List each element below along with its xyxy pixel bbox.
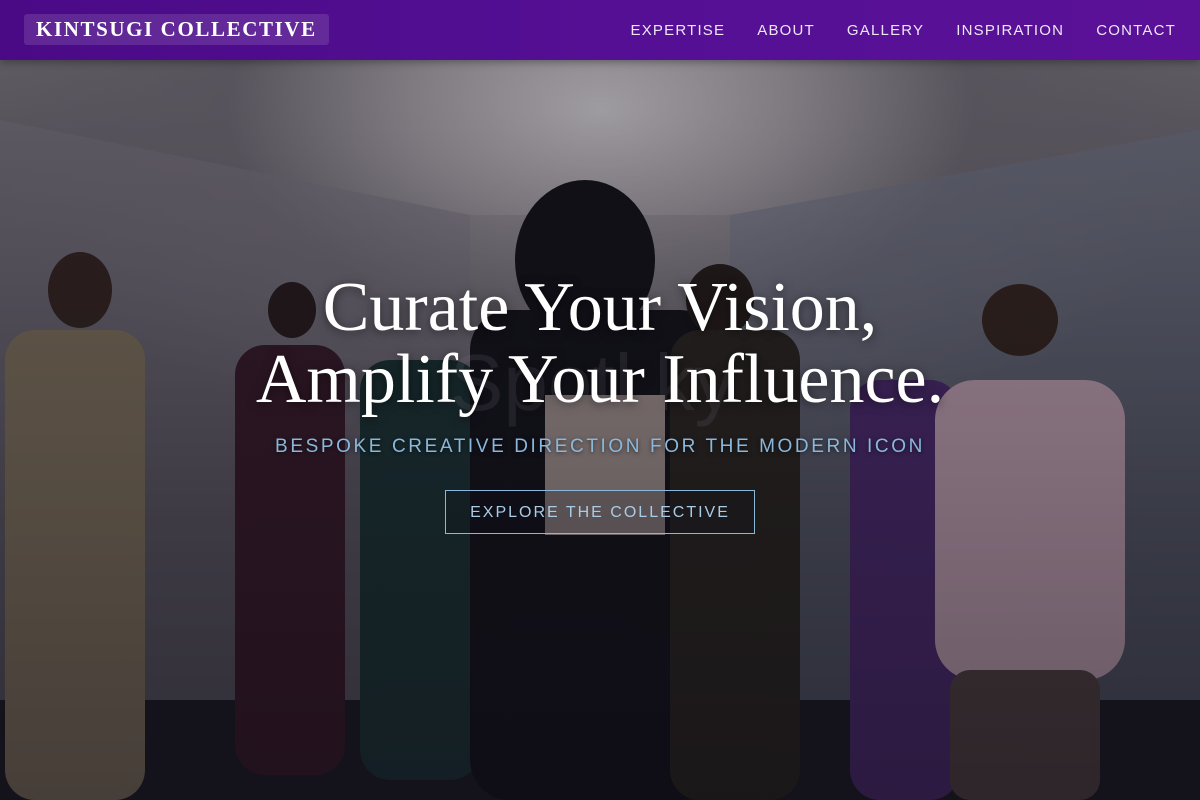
- explore-collective-button[interactable]: EXPLORE THE COLLECTIVE: [445, 490, 755, 534]
- nav-link-about[interactable]: ABOUT: [757, 22, 815, 39]
- hero-headline: Curate Your Vision, Amplify Your Influen…: [0, 272, 1200, 416]
- hero-headline-line-1: Curate Your Vision,: [322, 269, 878, 346]
- nav-links: EXPERTISE ABOUT GALLERY INSPIRATION CONT…: [631, 0, 1177, 60]
- hero-content: Curate Your Vision, Amplify Your Influen…: [0, 272, 1200, 534]
- hero-subtitle: BESPOKE CREATIVE DIRECTION FOR THE MODER…: [275, 436, 925, 457]
- nav-link-contact[interactable]: CONTACT: [1096, 22, 1176, 39]
- nav-link-expertise[interactable]: EXPERTISE: [631, 22, 726, 39]
- top-navigation-bar: KINTSUGI COLLECTIVE EXPERTISE ABOUT GALL…: [0, 0, 1200, 60]
- nav-link-gallery[interactable]: GALLERY: [847, 22, 924, 39]
- brand-logo[interactable]: KINTSUGI COLLECTIVE: [24, 14, 329, 45]
- nav-link-inspiration[interactable]: INSPIRATION: [956, 22, 1064, 39]
- hero-headline-line-2: Amplify Your Influence.: [255, 341, 945, 418]
